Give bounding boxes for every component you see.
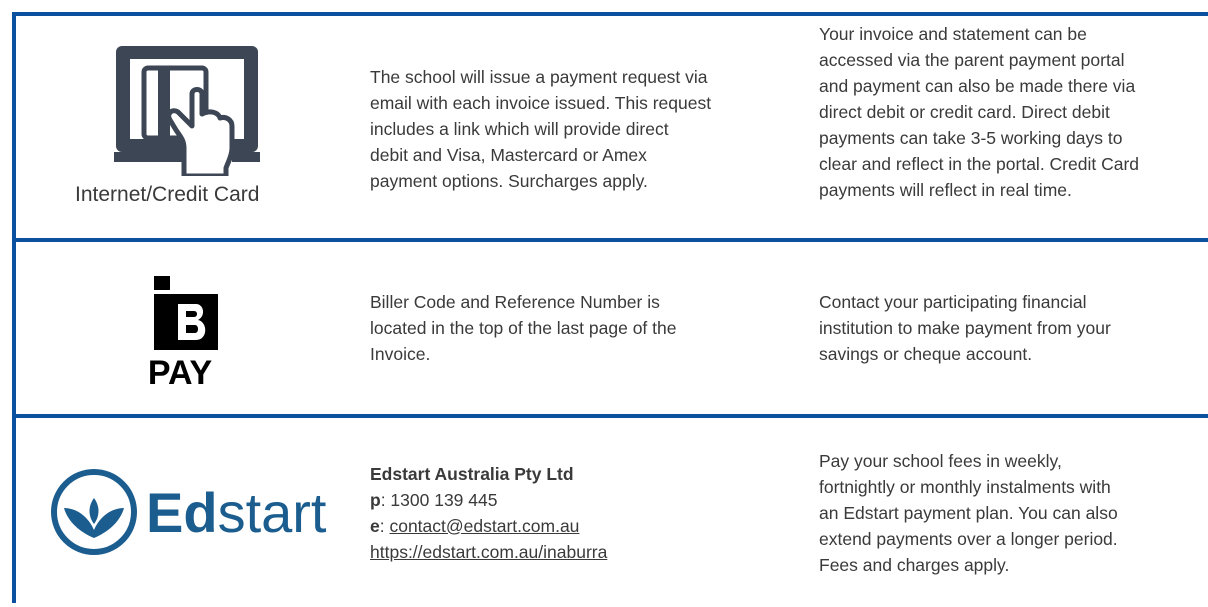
details-line: institution to make payment from your — [819, 318, 1111, 338]
description-line: located in the top of the last page of t… — [370, 318, 677, 338]
bpay-logo-icon: PAY — [148, 276, 218, 388]
website-link[interactable]: https://edstart.com.au/inaburra — [370, 542, 607, 562]
phone-line: p: 1300 139 445 — [370, 487, 790, 513]
row-bpay: PAY Biller Code and Reference Number is … — [16, 242, 1208, 418]
details-line: extend payments over a longer period. — [819, 528, 1118, 549]
description-line: includes a link which will provide direc… — [370, 119, 669, 139]
details-line: savings or cheque account. — [819, 344, 1033, 364]
svg-text:Edstart: Edstart — [146, 481, 327, 544]
details-line: Your invoice and statement can be — [819, 24, 1087, 44]
details-line: fortnightly or monthly instalments with — [819, 476, 1111, 497]
description-cell: The school will issue a payment request … — [370, 16, 790, 238]
description-cell: Biller Code and Reference Number is loca… — [370, 242, 790, 414]
description-line: debit and Visa, Mastercard or Amex — [370, 145, 647, 165]
details-cell: Contact your participating financial ins… — [819, 242, 1208, 414]
details-cell: Your invoice and statement can be access… — [819, 16, 1208, 238]
details-line: Fees and charges apply. — [819, 554, 1010, 575]
row-internet-credit-card: Internet/Credit Card The school will iss… — [16, 16, 1208, 242]
logo-cell: PAY — [16, 242, 356, 414]
description-line: Invoice. — [370, 344, 431, 364]
description-line: email with each invoice issued. This req… — [370, 93, 712, 113]
description-line: payment options. Surcharges apply. — [370, 171, 648, 191]
details-line: payments can take 3-5 working days to — [819, 128, 1123, 148]
details-line: and payment can also be made there via — [819, 76, 1136, 96]
logo-cell: Edstart — [16, 418, 356, 607]
details-line: Pay your school fees in weekly, — [819, 450, 1062, 471]
icon-label-internet-credit-card: Internet/Credit Card — [75, 183, 260, 206]
company-name: Edstart Australia Pty Ltd — [370, 463, 574, 484]
phone-label: p — [370, 489, 381, 510]
edstart-logo-icon: Edstart — [51, 469, 327, 555]
payment-options-table: Internet/Credit Card The school will iss… — [12, 12, 1208, 603]
edstart-logo-text-light: start — [218, 481, 327, 544]
logo-cell: Internet/Credit Card — [16, 16, 356, 238]
email-label: e — [370, 515, 380, 536]
row-edstart: Edstart Edstart Australia Pty Ltd p: 130… — [16, 418, 1208, 607]
edstart-logo-text-bold: Ed — [146, 481, 218, 544]
email-separator: : — [379, 515, 390, 536]
details-line: payments will reflect in real time. — [819, 180, 1072, 200]
description-line: The school will issue a payment request … — [370, 67, 708, 87]
details-cell: Pay your school fees in weekly, fortnigh… — [819, 418, 1208, 607]
description-line: Biller Code and Reference Number is — [370, 292, 660, 312]
email-line: e: contact@edstart.com.au — [370, 513, 790, 539]
credit-card-hand-icon — [114, 46, 260, 176]
website-line: https://edstart.com.au/inaburra — [370, 539, 790, 565]
contact-cell: Edstart Australia Pty Ltd p: 1300 139 44… — [370, 418, 790, 607]
phone-number: : 1300 139 445 — [380, 489, 498, 510]
details-line: direct debit or credit card. Direct debi… — [819, 102, 1110, 122]
bpay-pay-text: PAY — [148, 354, 213, 388]
details-line: an Edstart payment plan. You can also — [819, 502, 1118, 523]
details-line: accessed via the parent payment portal — [819, 50, 1125, 70]
details-line: clear and reflect in the portal. Credit … — [819, 154, 1140, 174]
details-line: Contact your participating financial — [819, 292, 1087, 312]
email-link[interactable]: contact@edstart.com.au — [389, 516, 579, 536]
